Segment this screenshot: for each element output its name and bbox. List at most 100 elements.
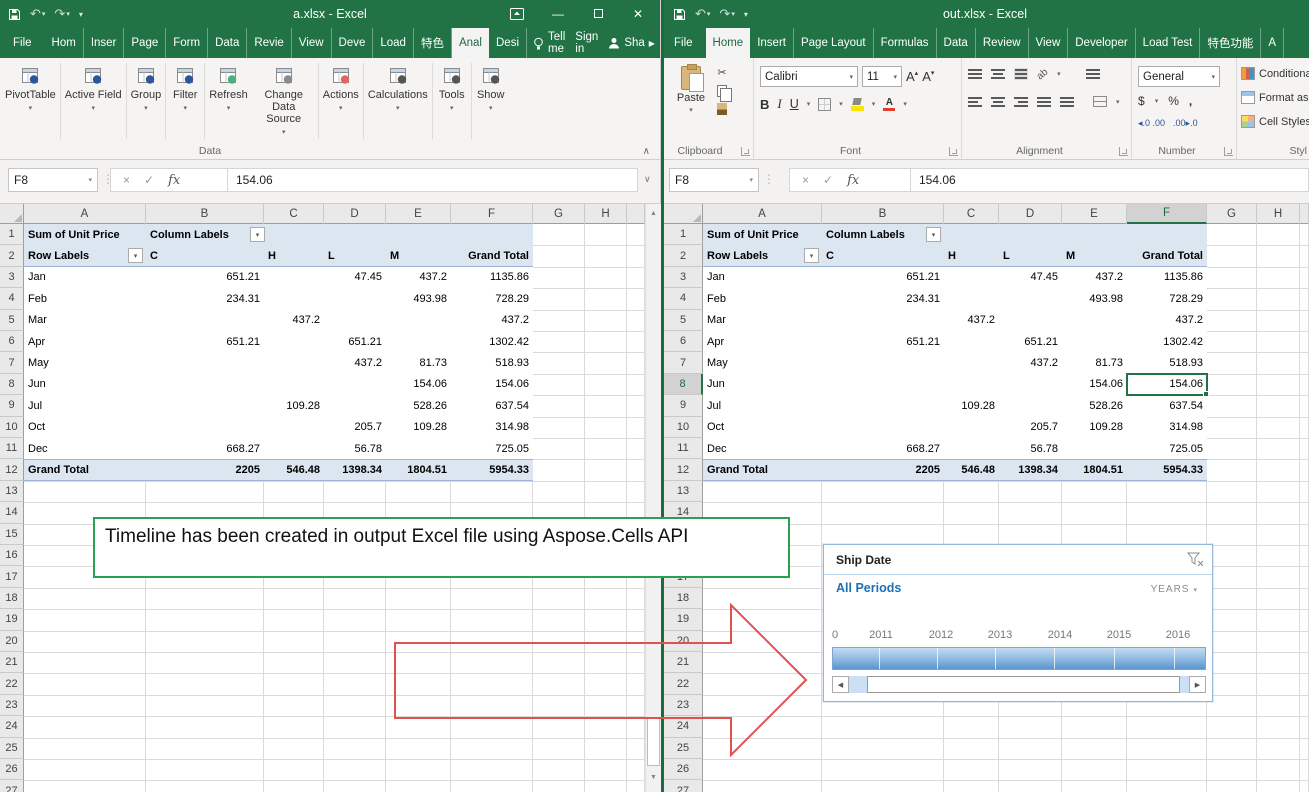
change-data-source-button[interactable]: Change Data Source▾	[251, 58, 317, 144]
pivot-cell-B6[interactable]: 651.21	[822, 331, 944, 352]
italic-button[interactable]: I	[777, 96, 781, 112]
pivot-table[interactable]: Sum of Unit PriceColumn Labels▾Row Label…	[703, 224, 1207, 481]
pivot-cell-D6[interactable]: 651.21	[324, 331, 386, 352]
pivot-cell-D3[interactable]: 47.45	[324, 267, 386, 288]
align-top-icon[interactable]	[968, 69, 982, 79]
pivot-cell-A8[interactable]: Jun	[24, 374, 146, 395]
name-box[interactable]: F8▾	[8, 168, 98, 192]
pivot-cell-C9[interactable]: 109.28	[944, 395, 999, 416]
accounting-format-icon[interactable]: $	[1138, 94, 1145, 108]
row-header-23[interactable]: 23	[0, 695, 24, 716]
column-header-E[interactable]: E	[386, 204, 451, 224]
cell-styles-button[interactable]: Cell Styles	[1259, 116, 1309, 128]
row-header-27[interactable]: 27	[0, 780, 24, 792]
cancel-entry-icon[interactable]: ×	[802, 173, 809, 187]
pivot-cell-D10[interactable]: 205.7	[324, 417, 386, 438]
row-header-3[interactable]: 3	[0, 267, 24, 288]
pivot-cell-A9[interactable]: Jul	[703, 395, 822, 416]
tab-hom[interactable]: Hom	[45, 28, 84, 58]
row-header-25[interactable]: 25	[0, 738, 24, 759]
row-labels-filter-icon[interactable]: ▾	[128, 248, 143, 263]
pivot-cell-E10[interactable]: 109.28	[1062, 417, 1127, 438]
number-format-select[interactable]: General▾	[1138, 66, 1220, 87]
row-header-18[interactable]: 18	[0, 588, 24, 609]
pivot-cell-A6[interactable]: Apr	[24, 331, 146, 352]
tab-review[interactable]: Review	[976, 28, 1029, 58]
pivot-cell-B3[interactable]: 651.21	[146, 267, 264, 288]
row-header-10[interactable]: 10	[664, 417, 703, 438]
row-header-25[interactable]: 25	[664, 738, 703, 759]
formula-input[interactable]: 154.06	[228, 168, 638, 192]
pivot-cell-E12[interactable]: 1804.51	[1062, 460, 1127, 479]
worksheet-grid[interactable]: ABCDEFGH12345678910111213141516171819202…	[0, 204, 661, 792]
scroll-down-icon[interactable]: ▼	[646, 768, 661, 786]
tab-a[interactable]: A	[1261, 28, 1284, 58]
fill-color-icon[interactable]	[851, 98, 864, 111]
row-header-5[interactable]: 5	[664, 310, 703, 331]
minimize-icon[interactable]: —	[550, 7, 566, 21]
pivot-cell-F12[interactable]: 5954.33	[451, 460, 533, 479]
pivot-cell-A7[interactable]: May	[703, 352, 822, 373]
clear-filter-icon[interactable]	[1187, 552, 1204, 567]
row-header-2[interactable]: 2	[664, 245, 703, 266]
select-all-corner[interactable]	[664, 204, 703, 224]
row-header-11[interactable]: 11	[664, 438, 703, 459]
font-color-icon[interactable]: A	[883, 98, 895, 111]
timeline-bar[interactable]	[832, 647, 1206, 670]
tab-data[interactable]: Data	[208, 28, 247, 58]
pivottable-button[interactable]: PivotTable▾	[2, 58, 59, 144]
pivot-cell-F7[interactable]: 518.93	[1127, 352, 1207, 373]
column-header-G[interactable]: G	[533, 204, 585, 224]
tab-page-layout[interactable]: Page Layout	[794, 28, 874, 58]
actions-button[interactable]: Actions▾	[320, 58, 362, 144]
format-as-table-button[interactable]: Format as T	[1259, 92, 1309, 104]
pivot-cell-B4[interactable]: 234.31	[146, 288, 264, 309]
row-header-13[interactable]: 13	[664, 481, 703, 502]
pivot-cell-B3[interactable]: 651.21	[822, 267, 944, 288]
paste-button[interactable]: Paste ▾	[669, 66, 713, 114]
tab-developer[interactable]: Developer	[1068, 28, 1135, 58]
pivot-cell-A12[interactable]: Grand Total	[24, 460, 146, 479]
pivot-cell-F2[interactable]: Grand Total	[451, 245, 533, 265]
row-header-13[interactable]: 13	[0, 481, 24, 502]
confirm-entry-icon[interactable]: ✓	[144, 173, 154, 187]
orientation-icon[interactable]: ab	[1035, 66, 1051, 82]
row-header-24[interactable]: 24	[664, 716, 703, 737]
tab-item[interactable]: 特色功能	[1200, 28, 1261, 58]
pivot-cell-D11[interactable]: 56.78	[324, 438, 386, 459]
row-header-27[interactable]: 27	[664, 780, 703, 792]
font-name-select[interactable]: Calibri▾	[760, 66, 858, 87]
underline-button[interactable]: U	[790, 97, 799, 111]
row-header-19[interactable]: 19	[664, 609, 703, 630]
tab-form[interactable]: Form	[166, 28, 208, 58]
column-header-H[interactable]: H	[585, 204, 627, 224]
row-labels-filter-icon[interactable]: ▾	[804, 248, 819, 263]
row-header-8[interactable]: 8	[664, 374, 703, 395]
pivot-cell-A4[interactable]: Feb	[24, 288, 146, 309]
pivot-cell-D7[interactable]: 437.2	[999, 352, 1062, 373]
pivot-cell-F4[interactable]: 728.29	[451, 288, 533, 309]
formula-input[interactable]: 154.06	[911, 168, 1309, 192]
tools-button[interactable]: Tools▾	[434, 58, 470, 144]
sign-in-button[interactable]: Sign in	[575, 31, 598, 55]
pivot-cell-F6[interactable]: 1302.42	[1127, 331, 1207, 352]
pivot-cell-B11[interactable]: 668.27	[146, 438, 264, 459]
pivot-cell-F12[interactable]: 5954.33	[1127, 460, 1207, 479]
name-box[interactable]: F8▾	[669, 168, 759, 192]
share-button[interactable]: Sha ▶	[608, 37, 655, 49]
timeline-scroll-left-icon[interactable]: ◀	[832, 676, 849, 693]
row-header-24[interactable]: 24	[0, 716, 24, 737]
pivot-cell-D10[interactable]: 205.7	[999, 417, 1062, 438]
column-header-H[interactable]: H	[1257, 204, 1300, 224]
column-header-E[interactable]: E	[1062, 204, 1127, 224]
row-header-26[interactable]: 26	[664, 759, 703, 780]
row-header-11[interactable]: 11	[0, 438, 24, 459]
filter-button[interactable]: Filter▾	[167, 58, 203, 144]
pivot-cell-E3[interactable]: 437.2	[1062, 267, 1127, 288]
pivot-cell-C12[interactable]: 546.48	[944, 460, 999, 479]
pivot-cell-E8[interactable]: 154.06	[1062, 374, 1127, 395]
timeline-scroll-thumb[interactable]	[867, 676, 1180, 693]
group-button[interactable]: Group▾	[128, 58, 165, 144]
borders-icon[interactable]	[818, 98, 831, 111]
row-header-12[interactable]: 12	[0, 459, 24, 480]
